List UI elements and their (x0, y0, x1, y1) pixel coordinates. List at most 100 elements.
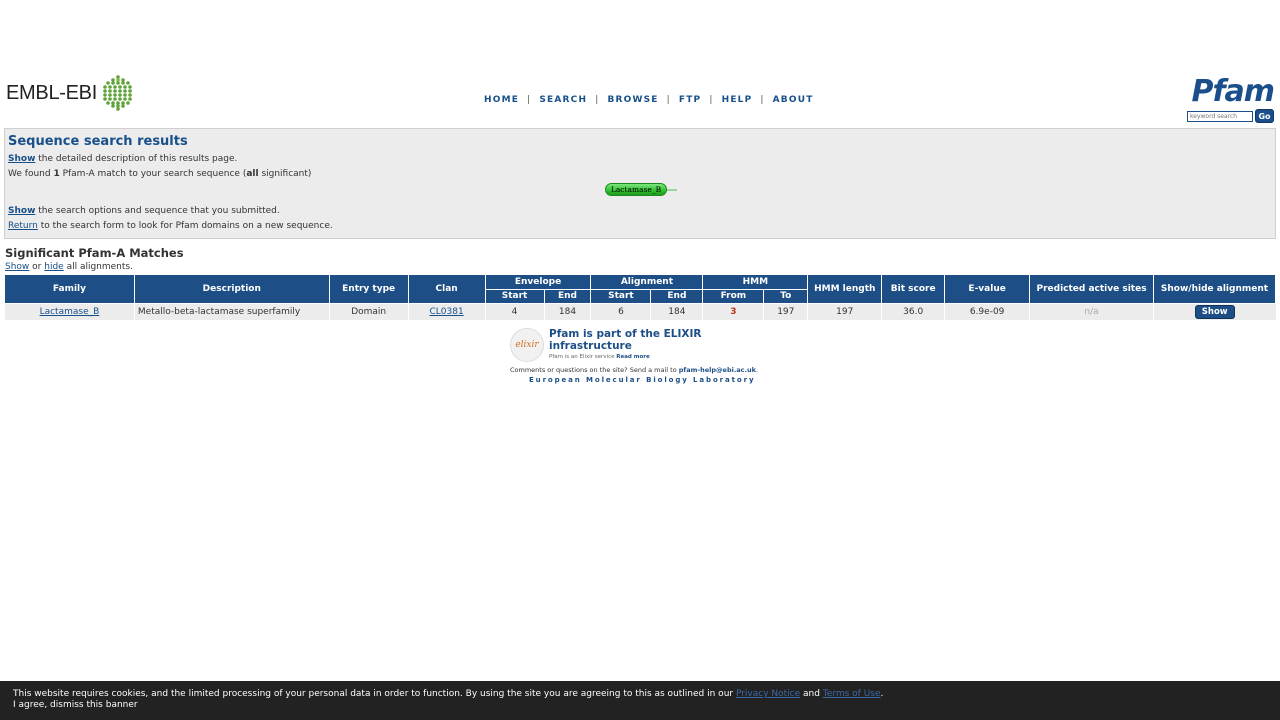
show-description-text: the detailed description of this results… (35, 154, 238, 164)
return-line: Return to the search form to look for Pf… (8, 219, 1272, 234)
found-all: all (246, 169, 259, 179)
matches-table: Family Description Entry type Clan Envel… (4, 274, 1277, 320)
col-show-hide-alignment: Show/hide alignment (1152, 274, 1277, 304)
col-alignment-start[interactable]: Start (590, 289, 652, 304)
cell-clan: CL0381 (407, 303, 486, 320)
nav-separator: | (595, 95, 600, 105)
return-text: to the search form to look for Pfam doma… (37, 221, 333, 231)
show-description-link[interactable]: Show (8, 154, 35, 164)
clan-link[interactable]: CL0381 (429, 307, 463, 317)
nav-search[interactable]: SEARCH (539, 95, 587, 105)
nav-separator: | (760, 95, 765, 105)
cookie-and: and (800, 689, 823, 699)
show-all-alignments-link[interactable]: Show (5, 262, 29, 272)
nav-help[interactable]: HELP (722, 95, 753, 105)
matches-heading: Significant Pfam-A Matches (5, 246, 184, 260)
domain-lactamase-b[interactable]: Lactamase_B (605, 183, 667, 196)
go-button[interactable]: Go (1255, 109, 1274, 123)
sequence-line (667, 189, 677, 191)
col-envelope-end[interactable]: End (543, 289, 592, 304)
keyword-search-input[interactable] (1187, 110, 1253, 122)
nav-separator: | (666, 95, 671, 105)
keyword-search-form: Go (1186, 109, 1274, 123)
col-evalue[interactable]: E-value (944, 274, 1031, 304)
col-description[interactable]: Description (133, 274, 330, 304)
contact-text: Comments or questions on the site? Send … (510, 366, 679, 374)
return-link[interactable]: Return (8, 221, 38, 231)
all-alignments-text: all alignments. (63, 262, 133, 272)
pfam-logo-area: Pfam Go (1186, 77, 1275, 123)
elixir-title-line-2: infrastructure (549, 340, 632, 352)
col-family[interactable]: Family (4, 274, 135, 304)
elixir-read-more-link[interactable]: Read more (616, 354, 649, 360)
col-hmm-from[interactable]: From (702, 289, 765, 304)
terms-of-use-link[interactable]: Terms of Use (823, 689, 881, 699)
nav-separator: | (709, 95, 714, 105)
table-row: Lactamase_B Metallo-beta-lactamase super… (4, 303, 1276, 320)
cell-alignment-start: 6 (590, 303, 651, 320)
embl-ebi-logo-text: EMBL-EBI (6, 81, 97, 104)
embl-text[interactable]: European Molecular Biology Laboratory (529, 376, 780, 384)
elixir-text: Pfam is part of the ELIXIR infrastructur… (549, 328, 701, 360)
found-prefix: We found (8, 169, 54, 179)
cookie-end: . (880, 689, 884, 699)
cell-bit-score: 36.0 (881, 303, 945, 320)
or-text: or (29, 262, 45, 272)
col-envelope-start[interactable]: Start (484, 289, 545, 304)
cell-alignment-end: 184 (650, 303, 703, 320)
col-alignment-end[interactable]: End (650, 289, 704, 304)
cell-description: Metallo-beta-lactamase superfamily (133, 303, 330, 320)
embl-ebi-logo[interactable]: EMBL-EBI (6, 74, 135, 112)
col-hmm-length[interactable]: HMM length (807, 274, 883, 304)
elixir-subtitle: Pfam is an Elixir service Read more (549, 354, 701, 360)
cell-family: Lactamase_B (4, 303, 135, 320)
col-entry-type[interactable]: Entry type (328, 274, 409, 304)
cell-hmm-from: 3 (702, 303, 764, 320)
site-footer: elixir Pfam is part of the ELIXIR infras… (510, 328, 780, 384)
privacy-notice-link[interactable]: Privacy Notice (736, 689, 800, 699)
col-bit-score[interactable]: Bit score (881, 274, 946, 304)
col-clan[interactable]: Clan (407, 274, 486, 304)
cell-hmm-to: 197 (763, 303, 808, 320)
site-header: EMBL-EBI HOME | SEARCH | BROWSE | FTP | … (0, 72, 1280, 128)
nav-home[interactable]: HOME (484, 95, 519, 105)
cell-envelope-start: 4 (484, 303, 545, 320)
cell-show-hide: Show (1152, 303, 1276, 320)
elixir-title-line-1: Pfam is part of the ELIXIR (549, 328, 702, 340)
col-hmm-to[interactable]: To (763, 289, 809, 304)
col-alignment: Alignment (590, 274, 704, 290)
show-description-line: Show the detailed description of this re… (8, 152, 1272, 167)
nav-ftp[interactable]: FTP (679, 95, 701, 105)
contact-email-link[interactable]: pfam-help@ebi.ac.uk (679, 366, 756, 374)
family-link[interactable]: Lactamase_B (40, 307, 100, 317)
found-suffix: significant) (258, 169, 312, 179)
show-alignment-button[interactable]: Show (1194, 304, 1235, 319)
show-options-text: the search options and sequence that you… (35, 206, 280, 216)
found-summary: We found 1 Pfam-A match to your search s… (8, 167, 1272, 182)
domain-graphic: Lactamase_B (605, 183, 680, 197)
results-summary-box: Sequence search results Show the detaile… (4, 128, 1276, 239)
dismiss-cookie-banner[interactable]: I agree, dismiss this banner (13, 700, 1267, 711)
show-options-link[interactable]: Show (8, 206, 35, 216)
nav-about[interactable]: ABOUT (773, 95, 814, 105)
contact-line: Comments or questions on the site? Send … (510, 366, 780, 374)
cell-envelope-end: 184 (543, 303, 591, 320)
elixir-title: Pfam is part of the ELIXIR infrastructur… (549, 328, 701, 352)
pfam-logo[interactable]: Pfam (1186, 77, 1275, 107)
main-nav: HOME | SEARCH | BROWSE | FTP | HELP | AB… (484, 95, 814, 105)
hide-all-alignments-link[interactable]: hide (44, 262, 63, 272)
page-title: Sequence search results (8, 134, 188, 149)
embl-ebi-hexagon-icon (103, 75, 132, 111)
cookie-banner: This website requires cookies, and the l… (0, 681, 1280, 720)
cell-entry-type: Domain (328, 303, 409, 320)
alignment-toggle: Show or hide all alignments. (5, 262, 133, 272)
found-mid: Pfam-A match to your search sequence ( (59, 169, 247, 179)
cell-predicted-active-sites: n/a (1029, 303, 1154, 320)
cookie-message: This website requires cookies, and the l… (13, 689, 1267, 700)
nav-browse[interactable]: BROWSE (607, 95, 658, 105)
col-predicted-active-sites[interactable]: Predicted active sites (1029, 274, 1154, 304)
contact-end: . (755, 366, 759, 374)
elixir-logo[interactable]: elixir (510, 328, 544, 362)
nav-separator: | (527, 95, 532, 105)
elixir-block: elixir Pfam is part of the ELIXIR infras… (510, 328, 780, 362)
